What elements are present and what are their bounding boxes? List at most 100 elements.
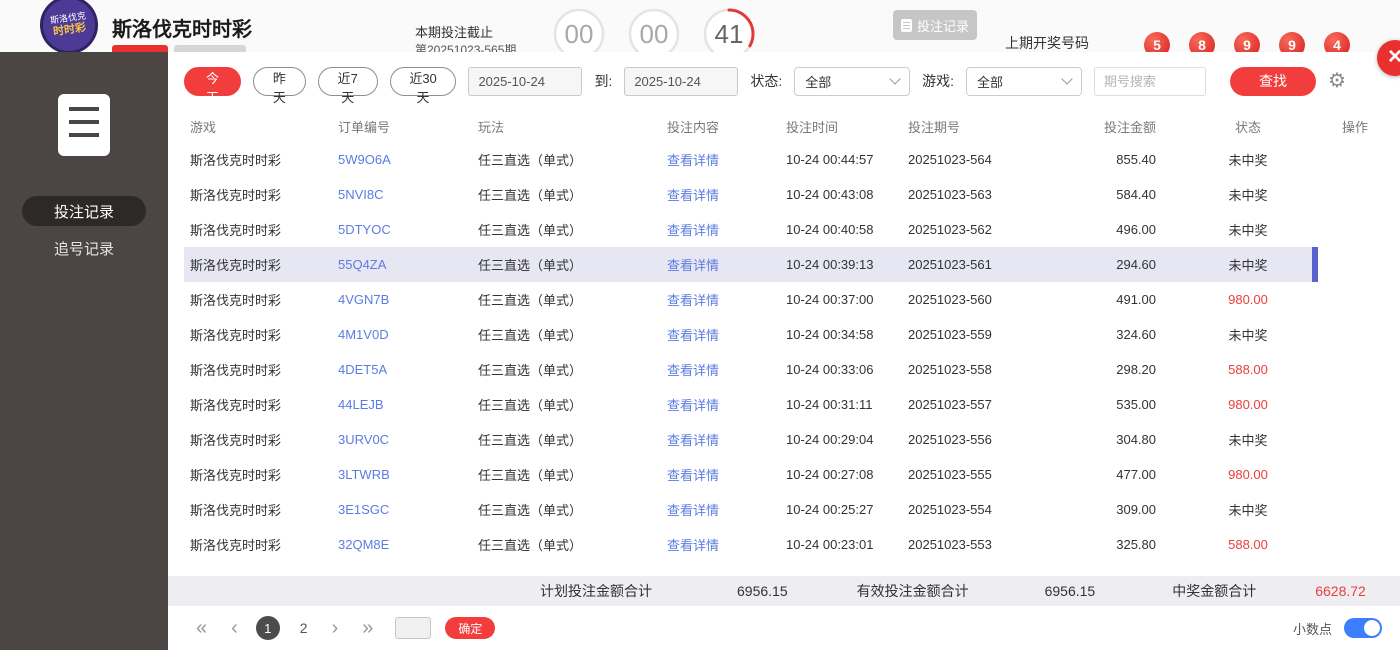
cell-status: 未中奖 xyxy=(1178,422,1318,457)
cell-content[interactable]: 查看详情 xyxy=(628,387,758,422)
sidebar-item-chase-records[interactable]: 追号记录 xyxy=(54,234,114,262)
next-page-icon[interactable]: › xyxy=(332,618,339,638)
date-from-input[interactable] xyxy=(468,67,582,96)
col-play: 玩法 xyxy=(478,110,628,142)
col-order: 订单编号 xyxy=(338,110,478,142)
cell-game: 斯洛伐克时时彩 xyxy=(184,352,338,387)
document-icon xyxy=(901,19,912,32)
app-logo: 斯洛伐克 时时彩 xyxy=(36,0,102,58)
cell-order[interactable]: 44LEJB xyxy=(338,387,478,422)
cell-issue: 20251023-560 xyxy=(908,282,1058,317)
sidebar-item-bet-records[interactable]: 投注记录 xyxy=(22,196,146,226)
cell-time: 10-24 00:39:13 xyxy=(758,247,908,282)
cell-game: 斯洛伐克时时彩 xyxy=(184,457,338,492)
last-page-icon[interactable]: » xyxy=(362,618,373,638)
cell-amount: 535.00 xyxy=(1058,387,1178,422)
cell-content[interactable]: 查看详情 xyxy=(628,492,758,527)
win-total-label: 中奖金额合计 xyxy=(1172,581,1256,601)
date-to-input[interactable] xyxy=(624,67,738,96)
search-button[interactable]: 查找 xyxy=(1230,67,1316,96)
cell-content[interactable]: 查看详情 xyxy=(628,177,758,212)
cell-content[interactable]: 查看详情 xyxy=(628,317,758,352)
cell-order[interactable]: 4DET5A xyxy=(338,352,478,387)
cell-time: 10-24 00:31:11 xyxy=(758,387,908,422)
first-page-icon[interactable]: « xyxy=(196,618,207,638)
cell-game: 斯洛伐克时时彩 xyxy=(184,247,338,282)
cell-order[interactable]: 3URV0C xyxy=(338,422,478,457)
cell-order[interactable]: 32QM8E xyxy=(338,527,478,562)
bet-record-button[interactable]: 投注记录 xyxy=(893,10,977,40)
cell-order[interactable]: 5W9O6A xyxy=(338,142,478,177)
cell-order[interactable]: 3LTWRB xyxy=(338,457,478,492)
cell-issue: 20251023-558 xyxy=(908,352,1058,387)
cell-action xyxy=(1318,387,1392,422)
cell-order[interactable]: 5NVI8C xyxy=(338,177,478,212)
cell-amount: 309.00 xyxy=(1058,492,1178,527)
records-sidebar: 投注记录 追号记录 xyxy=(0,52,168,650)
page-jump-input[interactable] xyxy=(395,617,431,639)
cell-time: 10-24 00:23:01 xyxy=(758,527,908,562)
cell-issue: 20251023-564 xyxy=(908,142,1058,177)
cell-action xyxy=(1318,247,1392,282)
table-row: 斯洛伐克时时彩55Q4ZA任三直选（单式）查看详情10-24 00:39:132… xyxy=(184,247,1392,282)
cell-issue: 20251023-556 xyxy=(908,422,1058,457)
filter-7days-button[interactable]: 近7天 xyxy=(318,67,378,96)
cell-status: 未中奖 xyxy=(1178,492,1318,527)
status-select[interactable]: 全部 xyxy=(794,67,910,96)
cell-content[interactable]: 查看详情 xyxy=(628,142,758,177)
cell-order[interactable]: 3E1SGC xyxy=(338,492,478,527)
cell-issue: 20251023-553 xyxy=(908,527,1058,562)
cell-play: 任三直选（单式） xyxy=(478,387,628,422)
filter-yesterday-button[interactable]: 昨天 xyxy=(253,67,306,96)
cell-order[interactable]: 55Q4ZA xyxy=(338,247,478,282)
game-select[interactable]: 全部 xyxy=(966,67,1082,96)
filter-today-button[interactable]: 今天 xyxy=(184,67,241,96)
cell-play: 任三直选（单式） xyxy=(478,177,628,212)
page-title: 斯洛伐克时时彩 xyxy=(112,13,252,42)
cell-order[interactable]: 5DTYOC xyxy=(338,212,478,247)
records-content: × 今天 昨天 近7天 近30天 到: 状态: 全部 游戏: 全部 查找 ⚙ xyxy=(168,52,1400,650)
sidebar-item-label: 投注记录 xyxy=(54,201,114,222)
cell-play: 任三直选（单式） xyxy=(478,142,628,177)
issue-search-input[interactable] xyxy=(1094,67,1206,96)
cell-action xyxy=(1318,492,1392,527)
cell-issue: 20251023-555 xyxy=(908,457,1058,492)
page-1-button[interactable]: 1 xyxy=(256,616,280,640)
gear-icon[interactable]: ⚙ xyxy=(1328,71,1346,91)
cell-issue: 20251023-561 xyxy=(908,247,1058,282)
cell-play: 任三直选（单式） xyxy=(478,352,628,387)
filter-bar: 今天 昨天 近7天 近30天 到: 状态: 全部 游戏: 全部 查找 ⚙ xyxy=(168,52,1400,110)
prev-page-icon[interactable]: ‹ xyxy=(231,618,238,638)
deadline-label: 本期投注截止 xyxy=(415,22,493,41)
cell-amount: 855.40 xyxy=(1058,142,1178,177)
cell-action xyxy=(1318,142,1392,177)
cell-order[interactable]: 4M1V0D xyxy=(338,317,478,352)
game-select-value: 全部 xyxy=(977,72,1003,91)
decimal-toggle[interactable] xyxy=(1344,618,1382,638)
cell-content[interactable]: 查看详情 xyxy=(628,352,758,387)
cell-amount: 584.40 xyxy=(1058,177,1178,212)
cell-status: 588.00 xyxy=(1178,527,1318,562)
cell-status: 未中奖 xyxy=(1178,177,1318,212)
cell-content[interactable]: 查看详情 xyxy=(628,457,758,492)
records-table: 游戏 订单编号 玩法 投注内容 投注时间 投注期号 投注金额 状态 操作 斯洛伐… xyxy=(184,110,1392,562)
confirm-button[interactable]: 确定 xyxy=(445,617,495,639)
cell-content[interactable]: 查看详情 xyxy=(628,212,758,247)
cell-play: 任三直选（单式） xyxy=(478,247,628,282)
cell-game: 斯洛伐克时时彩 xyxy=(184,422,338,457)
filter-30days-button[interactable]: 近30天 xyxy=(390,67,457,96)
cell-content[interactable]: 查看详情 xyxy=(628,422,758,457)
cell-order[interactable]: 4VGN7B xyxy=(338,282,478,317)
cell-content[interactable]: 查看详情 xyxy=(628,282,758,317)
cell-time: 10-24 00:40:58 xyxy=(758,212,908,247)
table-row: 斯洛伐克时时彩32QM8E任三直选（单式）查看详情10-24 00:23:012… xyxy=(184,527,1392,562)
cell-action xyxy=(1318,457,1392,492)
cell-time: 10-24 00:25:27 xyxy=(758,492,908,527)
cell-play: 任三直选（单式） xyxy=(478,317,628,352)
page-2-button[interactable]: 2 xyxy=(300,620,308,636)
cell-content[interactable]: 查看详情 xyxy=(628,247,758,282)
bet-records-panel: 投注记录 追号记录 × 今天 昨天 近7天 近30天 到: 状态: 全部 游戏:… xyxy=(0,52,1400,650)
cell-action xyxy=(1318,422,1392,457)
cell-play: 任三直选（单式） xyxy=(478,422,628,457)
cell-content[interactable]: 查看详情 xyxy=(628,527,758,562)
